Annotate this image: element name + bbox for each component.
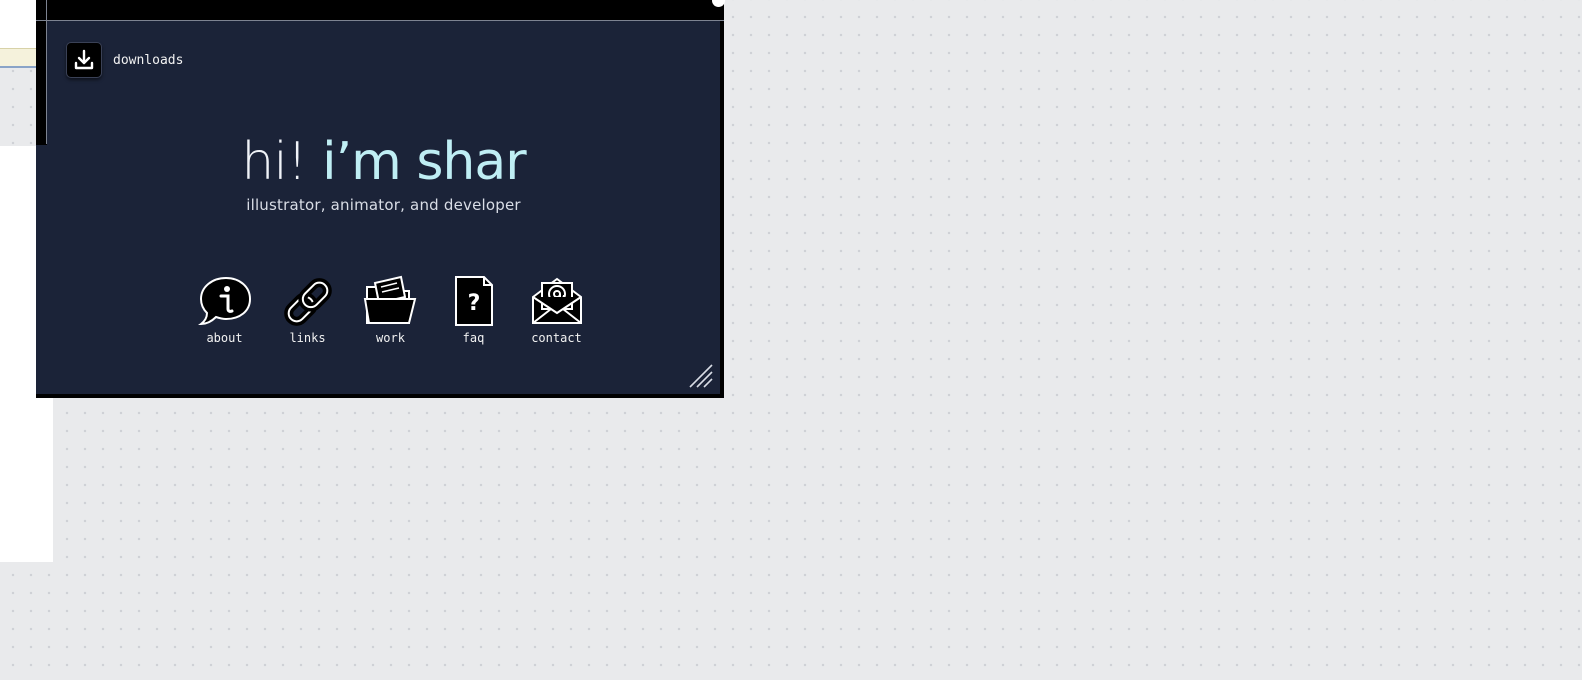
nav-about[interactable]: about xyxy=(183,275,266,345)
hero-title: hi! i’m shar xyxy=(47,136,720,188)
nav-contact[interactable]: contact xyxy=(515,275,598,345)
envelope-at-icon xyxy=(529,275,585,329)
svg-text:?: ? xyxy=(467,291,480,316)
hero-greeting: hi! xyxy=(241,132,323,192)
hero-name: i’m shar xyxy=(322,132,526,192)
nav-links-label: links xyxy=(289,331,326,345)
download-icon xyxy=(66,42,102,78)
nav-faq-label: faq xyxy=(462,331,485,345)
hero: hi! i’m shar illustrator, animator, and … xyxy=(47,136,720,214)
hero-subtitle: illustrator, animator, and developer xyxy=(246,196,521,214)
downloads-label: downloads xyxy=(113,52,184,68)
folder-icon xyxy=(363,275,419,329)
background-window xyxy=(0,0,40,48)
window-content: downloads hi! i’m shar illustrator, anim… xyxy=(36,21,720,395)
nav-work[interactable]: work xyxy=(349,275,432,345)
main-window[interactable]: downloads hi! i’m shar illustrator, anim… xyxy=(36,0,725,398)
nav-contact-label: contact xyxy=(531,331,582,345)
downloads-shortcut[interactable]: downloads xyxy=(66,42,183,78)
resize-grip-icon[interactable] xyxy=(688,363,714,389)
nav-icons: about links work ? faq contact xyxy=(183,275,598,345)
nav-work-label: work xyxy=(376,331,405,345)
nav-faq[interactable]: ? faq xyxy=(432,275,515,345)
window-bottom-border xyxy=(36,394,724,398)
info-bubble-icon xyxy=(197,275,253,329)
nav-links[interactable]: links xyxy=(266,275,349,345)
window-titlebar[interactable] xyxy=(36,0,724,21)
chain-link-icon xyxy=(280,275,336,329)
question-document-icon: ? xyxy=(446,275,502,329)
nav-about-label: about xyxy=(206,331,243,345)
background-window-toolbar xyxy=(0,48,40,68)
